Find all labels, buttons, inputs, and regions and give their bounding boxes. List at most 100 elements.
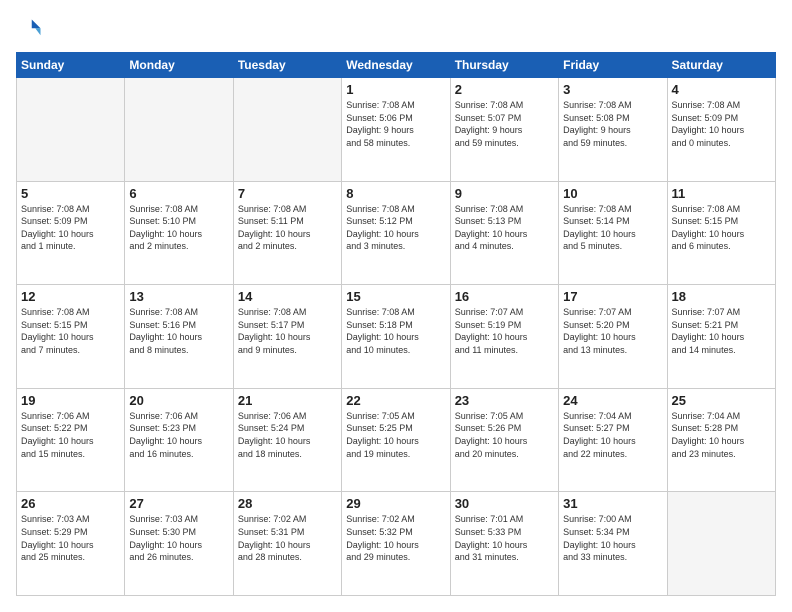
day-info: Sunrise: 7:04 AM Sunset: 5:27 PM Dayligh…: [563, 410, 662, 460]
week-row-4: 26 Sunrise: 7:03 AM Sunset: 5:29 PM Dayli…: [17, 492, 776, 596]
day-info: Sunrise: 7:04 AM Sunset: 5:28 PM Dayligh…: [672, 410, 771, 460]
day-info: Sunrise: 7:08 AM Sunset: 5:10 PM Dayligh…: [129, 203, 228, 253]
day-info: Sunrise: 7:03 AM Sunset: 5:30 PM Dayligh…: [129, 513, 228, 563]
day-number: 19: [21, 393, 120, 408]
day-number: 28: [238, 496, 337, 511]
day-info: Sunrise: 7:08 AM Sunset: 5:13 PM Dayligh…: [455, 203, 554, 253]
day-info: Sunrise: 7:05 AM Sunset: 5:25 PM Dayligh…: [346, 410, 445, 460]
calendar-cell: 24 Sunrise: 7:04 AM Sunset: 5:27 PM Dayli…: [559, 388, 667, 492]
calendar-cell: 7Sunrise: 7:08 AM Sunset: 5:11 PM Daylig…: [233, 181, 341, 285]
day-number: 9: [455, 186, 554, 201]
day-info: Sunrise: 7:06 AM Sunset: 5:24 PM Dayligh…: [238, 410, 337, 460]
calendar-cell: 3 Sunrise: 7:08 AM Sunset: 5:08 PM Daylig…: [559, 78, 667, 182]
day-info: Sunrise: 7:02 AM Sunset: 5:32 PM Dayligh…: [346, 513, 445, 563]
logo: [16, 16, 48, 44]
day-info: Sunrise: 7:08 AM Sunset: 5:12 PM Dayligh…: [346, 203, 445, 253]
calendar-cell: 18 Sunrise: 7:07 AM Sunset: 5:21 PM Dayli…: [667, 285, 775, 389]
calendar-cell: 21Sunrise: 7:06 AM Sunset: 5:24 PM Dayli…: [233, 388, 341, 492]
calendar-cell: 8 Sunrise: 7:08 AM Sunset: 5:12 PM Daylig…: [342, 181, 450, 285]
day-info: Sunrise: 7:07 AM Sunset: 5:21 PM Dayligh…: [672, 306, 771, 356]
day-number: 23: [455, 393, 554, 408]
day-number: 20: [129, 393, 228, 408]
day-number: 13: [129, 289, 228, 304]
calendar-cell: 25 Sunrise: 7:04 AM Sunset: 5:28 PM Dayli…: [667, 388, 775, 492]
day-info: Sunrise: 7:08 AM Sunset: 5:06 PM Dayligh…: [346, 99, 445, 149]
day-number: 8: [346, 186, 445, 201]
weekday-header-row: SundayMondayTuesdayWednesdayThursdayFrid…: [17, 53, 776, 78]
day-number: 24: [563, 393, 662, 408]
day-number: 17: [563, 289, 662, 304]
calendar-cell: 1 Sunrise: 7:08 AM Sunset: 5:06 PM Daylig…: [342, 78, 450, 182]
calendar-cell: 19 Sunrise: 7:06 AM Sunset: 5:22 PM Dayli…: [17, 388, 125, 492]
day-info: Sunrise: 7:02 AM Sunset: 5:31 PM Dayligh…: [238, 513, 337, 563]
day-info: Sunrise: 7:06 AM Sunset: 5:23 PM Dayligh…: [129, 410, 228, 460]
calendar-cell: 23Sunrise: 7:05 AM Sunset: 5:26 PM Dayli…: [450, 388, 558, 492]
calendar-table: SundayMondayTuesdayWednesdayThursdayFrid…: [16, 52, 776, 596]
day-info: Sunrise: 7:08 AM Sunset: 5:09 PM Dayligh…: [21, 203, 120, 253]
calendar-cell: 29 Sunrise: 7:02 AM Sunset: 5:32 PM Dayli…: [342, 492, 450, 596]
calendar-cell: 15 Sunrise: 7:08 AM Sunset: 5:18 PM Dayli…: [342, 285, 450, 389]
day-number: 3: [563, 82, 662, 97]
weekday-tuesday: Tuesday: [233, 53, 341, 78]
day-info: Sunrise: 7:03 AM Sunset: 5:29 PM Dayligh…: [21, 513, 120, 563]
day-number: 6: [129, 186, 228, 201]
calendar-cell: [667, 492, 775, 596]
calendar-cell: 31 Sunrise: 7:00 AM Sunset: 5:34 PM Dayli…: [559, 492, 667, 596]
week-row-1: 5 Sunrise: 7:08 AM Sunset: 5:09 PM Daylig…: [17, 181, 776, 285]
day-info: Sunrise: 7:08 AM Sunset: 5:17 PM Dayligh…: [238, 306, 337, 356]
calendar-cell: 9 Sunrise: 7:08 AM Sunset: 5:13 PM Daylig…: [450, 181, 558, 285]
day-number: 22: [346, 393, 445, 408]
calendar-cell: [125, 78, 233, 182]
weekday-saturday: Saturday: [667, 53, 775, 78]
day-number: 11: [672, 186, 771, 201]
week-row-0: 1 Sunrise: 7:08 AM Sunset: 5:06 PM Daylig…: [17, 78, 776, 182]
calendar-cell: 26 Sunrise: 7:03 AM Sunset: 5:29 PM Dayli…: [17, 492, 125, 596]
calendar-cell: 27 Sunrise: 7:03 AM Sunset: 5:30 PM Dayli…: [125, 492, 233, 596]
day-number: 5: [21, 186, 120, 201]
calendar-cell: 5 Sunrise: 7:08 AM Sunset: 5:09 PM Daylig…: [17, 181, 125, 285]
page: SundayMondayTuesdayWednesdayThursdayFrid…: [0, 0, 792, 612]
day-number: 30: [455, 496, 554, 511]
day-info: Sunrise: 7:00 AM Sunset: 5:34 PM Dayligh…: [563, 513, 662, 563]
logo-icon: [16, 16, 44, 44]
day-number: 2: [455, 82, 554, 97]
day-info: Sunrise: 7:08 AM Sunset: 5:18 PM Dayligh…: [346, 306, 445, 356]
day-number: 14: [238, 289, 337, 304]
day-info: Sunrise: 7:08 AM Sunset: 5:08 PM Dayligh…: [563, 99, 662, 149]
day-number: 12: [21, 289, 120, 304]
day-info: Sunrise: 7:07 AM Sunset: 5:19 PM Dayligh…: [455, 306, 554, 356]
calendar-cell: 16Sunrise: 7:07 AM Sunset: 5:19 PM Dayli…: [450, 285, 558, 389]
day-number: 1: [346, 82, 445, 97]
day-info: Sunrise: 7:08 AM Sunset: 5:15 PM Dayligh…: [672, 203, 771, 253]
weekday-sunday: Sunday: [17, 53, 125, 78]
day-number: 15: [346, 289, 445, 304]
calendar-cell: 28 Sunrise: 7:02 AM Sunset: 5:31 PM Dayli…: [233, 492, 341, 596]
calendar-cell: [17, 78, 125, 182]
day-info: Sunrise: 7:07 AM Sunset: 5:20 PM Dayligh…: [563, 306, 662, 356]
calendar-cell: 20 Sunrise: 7:06 AM Sunset: 5:23 PM Dayli…: [125, 388, 233, 492]
calendar-cell: 6 Sunrise: 7:08 AM Sunset: 5:10 PM Daylig…: [125, 181, 233, 285]
calendar-cell: 14 Sunrise: 7:08 AM Sunset: 5:17 PM Dayli…: [233, 285, 341, 389]
day-number: 25: [672, 393, 771, 408]
calendar-cell: [233, 78, 341, 182]
day-number: 31: [563, 496, 662, 511]
day-info: Sunrise: 7:01 AM Sunset: 5:33 PM Dayligh…: [455, 513, 554, 563]
day-info: Sunrise: 7:08 AM Sunset: 5:16 PM Dayligh…: [129, 306, 228, 356]
header: [16, 16, 776, 44]
calendar-cell: 11 Sunrise: 7:08 AM Sunset: 5:15 PM Dayli…: [667, 181, 775, 285]
calendar-cell: 13 Sunrise: 7:08 AM Sunset: 5:16 PM Dayli…: [125, 285, 233, 389]
day-number: 7: [238, 186, 337, 201]
calendar-cell: 10Sunrise: 7:08 AM Sunset: 5:14 PM Dayli…: [559, 181, 667, 285]
day-number: 29: [346, 496, 445, 511]
day-info: Sunrise: 7:08 AM Sunset: 5:09 PM Dayligh…: [672, 99, 771, 149]
calendar-cell: 4Sunrise: 7:08 AM Sunset: 5:09 PM Daylig…: [667, 78, 775, 182]
day-number: 18: [672, 289, 771, 304]
calendar-cell: 22 Sunrise: 7:05 AM Sunset: 5:25 PM Dayli…: [342, 388, 450, 492]
day-info: Sunrise: 7:06 AM Sunset: 5:22 PM Dayligh…: [21, 410, 120, 460]
calendar-cell: 30 Sunrise: 7:01 AM Sunset: 5:33 PM Dayli…: [450, 492, 558, 596]
calendar-cell: 12Sunrise: 7:08 AM Sunset: 5:15 PM Dayli…: [17, 285, 125, 389]
day-number: 27: [129, 496, 228, 511]
week-row-2: 12Sunrise: 7:08 AM Sunset: 5:15 PM Dayli…: [17, 285, 776, 389]
day-number: 26: [21, 496, 120, 511]
weekday-wednesday: Wednesday: [342, 53, 450, 78]
